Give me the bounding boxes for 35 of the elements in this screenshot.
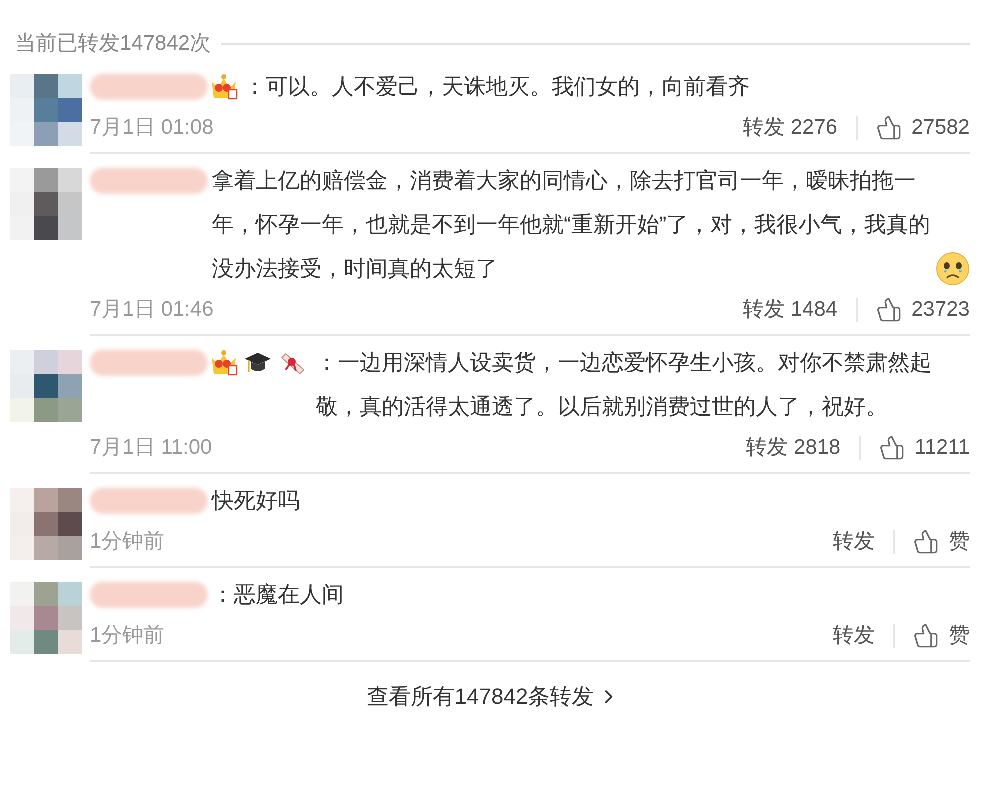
avatar[interactable] <box>10 168 82 240</box>
repost-count-heading: 当前已转发147842次 <box>15 31 212 58</box>
crown-icon <box>210 350 238 376</box>
like-icon[interactable] <box>876 297 902 323</box>
like-icon[interactable] <box>913 529 939 555</box>
repost-text: ：一边用深情人设卖货，一边恋爱怀孕生小孩。对你不禁肃然起敬，真的活得太通透了。以后就别消费过世的人了，祝好。 <box>316 349 933 421</box>
repost-button[interactable]: 转发 <box>833 526 875 558</box>
timestamp: 7月1日 01:46 <box>90 297 214 324</box>
like-count: 27582 <box>912 115 970 142</box>
avatar[interactable] <box>10 74 82 146</box>
repost-text: 拿着上亿的赔偿金，消费着大家的同情心，除去打官司一年，暧昧拍拖一年，怀孕一年，也就是不到一年他就“重新开始”了，对，我很小气，我真的没办法接受，时间真的太短了 <box>212 167 932 283</box>
avatar[interactable] <box>10 488 82 560</box>
like-count: 23723 <box>912 297 970 324</box>
repost-text: ：可以。人不爱己，天诛地灭。我们女的，向前看齐 <box>244 73 751 101</box>
like-count: 赞 <box>949 623 970 650</box>
like-icon[interactable] <box>913 623 939 649</box>
like-icon[interactable] <box>878 435 905 461</box>
like-count: 11211 <box>914 435 970 462</box>
like-count: 赞 <box>949 529 970 556</box>
avatar[interactable] <box>10 350 82 422</box>
repost-button[interactable]: 转发 2818 <box>746 432 841 464</box>
timestamp: 1分钟前 <box>90 529 165 556</box>
timestamp: 7月1日 01:08 <box>90 115 214 142</box>
repost-text: 快死好吗 <box>212 487 301 515</box>
repost-button[interactable]: 转发 <box>833 620 875 652</box>
repost-text: ：恶魔在人间 <box>212 581 345 609</box>
crown-icon <box>210 74 238 100</box>
timestamp: 7月1日 11:00 <box>90 435 212 462</box>
avatar[interactable] <box>10 582 82 654</box>
repost-button[interactable]: 转发 2276 <box>743 112 838 144</box>
timestamp: 1分钟前 <box>90 623 165 650</box>
view-all-reposts-link[interactable]: 查看所有147842条转发 <box>366 680 620 713</box>
repost-button[interactable]: 转发 1484 <box>743 294 838 326</box>
crying-face-icon <box>936 252 970 286</box>
like-icon[interactable] <box>876 115 902 141</box>
